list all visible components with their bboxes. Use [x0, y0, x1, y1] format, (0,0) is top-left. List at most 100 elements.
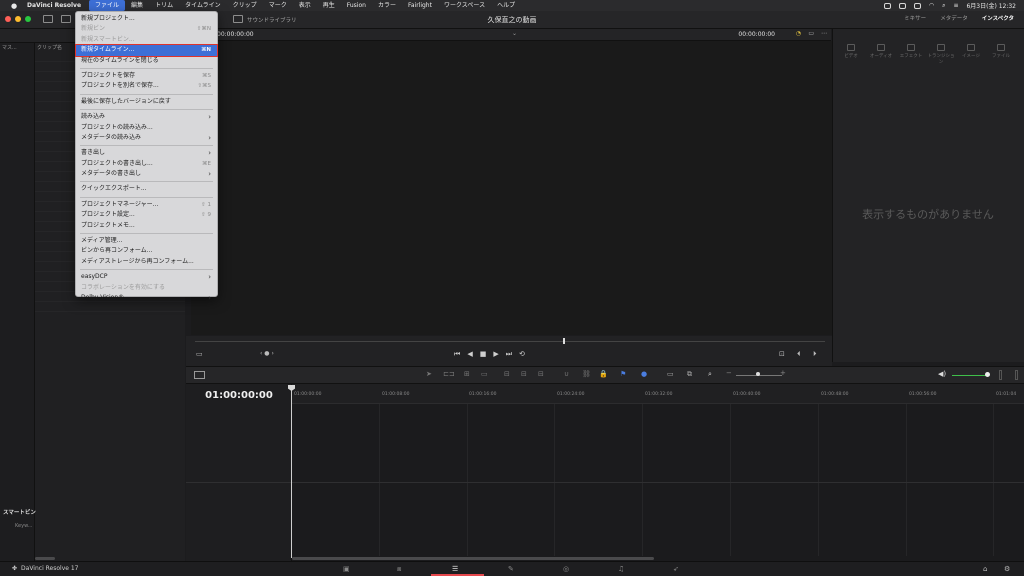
stop-icon[interactable]: ■ [480, 350, 487, 359]
menu-item-project-manager[interactable]: プロジェクトマネージャー... ⇧ 1 [76, 200, 217, 210]
zoom-in-icon[interactable]: + [780, 369, 786, 377]
tab-image[interactable]: イメージ [956, 44, 986, 65]
menu-item-save-as[interactable]: プロジェクトを別名で保存... ⇧⌘S [76, 81, 217, 91]
tray-icon[interactable] [898, 2, 906, 9]
app-menu[interactable]: DaVinci Resolve [27, 2, 81, 9]
metadata-button[interactable]: メタデータ [940, 14, 968, 22]
menu-item-import-metadata[interactable]: メタデータの読み込み › [76, 133, 217, 143]
timeline-scrollbar[interactable] [292, 557, 654, 560]
prev-edit-icon[interactable]: ⏴ [797, 350, 801, 359]
menu-color[interactable]: カラー [372, 0, 402, 11]
selection-tool-icon[interactable]: ➤ [426, 370, 432, 378]
viewer-options-icon[interactable]: ◔ [796, 30, 801, 37]
clip-list-scrollbar[interactable] [35, 557, 55, 560]
tab-transition[interactable]: トランジション [926, 44, 956, 65]
overwrite-clip-icon[interactable]: ⊟ [521, 370, 527, 378]
fusion-page-icon[interactable]: ✎ [508, 565, 514, 573]
menu-fusion[interactable]: Fusion [341, 0, 372, 11]
replace-clip-icon[interactable]: ⊟ [538, 370, 544, 378]
mixer-button[interactable]: ミキサー [904, 14, 926, 22]
clock[interactable]: 6月3日(金) 12:32 [966, 1, 1016, 10]
volume-slider[interactable] [952, 375, 986, 376]
menu-item-export-metadata[interactable]: メタデータの書き出し › [76, 169, 217, 179]
viewer-scrubber[interactable] [195, 341, 825, 342]
menu-item-easydcp[interactable]: easyDCP › [76, 272, 217, 282]
keywords-bin[interactable]: Keyw... [15, 523, 32, 529]
blade-tool-icon[interactable]: ▭ [481, 370, 488, 378]
chevron-down-icon[interactable]: ⌄ [512, 30, 517, 37]
timeline-area[interactable] [292, 384, 1024, 561]
master-bin[interactable]: マス... [0, 43, 34, 52]
play-icon[interactable]: ▶ [493, 350, 498, 359]
menu-item-import-project[interactable]: プロジェクトの読み込み... [76, 123, 217, 133]
next-edit-icon[interactable]: ⏵ [813, 350, 817, 359]
video-audio-divider[interactable] [186, 482, 1024, 483]
match-frame-icon[interactable]: ⊡ [779, 350, 785, 358]
more-options-icon[interactable]: ⋯ [821, 30, 827, 37]
menu-item-media-management[interactable]: メディア管理... [76, 236, 217, 246]
menu-item-new-timeline[interactable]: 新規タイムライン... ⌘N [75, 44, 218, 57]
menu-item-export-project[interactable]: プロジェクトの書き出し... ⌘E [76, 159, 217, 169]
video-viewer[interactable] [191, 41, 832, 335]
menu-trim[interactable]: トリム [149, 0, 179, 11]
menu-workspace[interactable]: ワークスペース [438, 0, 491, 11]
go-to-end-icon[interactable]: ⏭ [506, 350, 512, 359]
media-page-icon[interactable]: ▣ [343, 565, 350, 573]
step-back-icon[interactable]: ◀ [467, 350, 472, 359]
insert-clip-icon[interactable]: ⊟ [504, 370, 510, 378]
menu-item-save-project[interactable]: プロジェクトを保存 ⌘S [76, 71, 217, 81]
viewer-mode-icon[interactable]: ▭ [808, 30, 814, 37]
apple-icon[interactable]: ● [10, 2, 18, 10]
linked-selection-icon[interactable]: ⛓ [582, 370, 591, 378]
tab-audio[interactable]: オーディオ [866, 44, 896, 65]
menu-playback[interactable]: 再生 [317, 0, 341, 11]
menu-fairlight[interactable]: Fairlight [402, 0, 438, 11]
inspector-button[interactable]: インスペクタ [982, 14, 1014, 22]
tray-icon[interactable] [913, 2, 921, 9]
menu-timeline[interactable]: タイムライン [179, 0, 227, 11]
detail-zoom-icon[interactable]: ⧉ [687, 370, 692, 379]
color-page-icon[interactable]: ◎ [563, 565, 569, 573]
menu-item-quick-export[interactable]: クイックエクスポート... [76, 184, 217, 194]
cut-page-icon[interactable]: ⧈ [397, 565, 401, 574]
menu-item-revert[interactable]: 最後に保存したバージョンに戻す [76, 97, 217, 107]
viewer-size-icon[interactable]: ▭ [196, 350, 203, 358]
dynamic-trim-icon[interactable]: ⊞ [464, 370, 470, 378]
tray-icon[interactable] [883, 2, 891, 9]
menu-item-project-settings[interactable]: プロジェクト設定... ⇧ 9 [76, 210, 217, 220]
menu-mark[interactable]: マーク [263, 0, 293, 11]
position-lock-icon[interactable]: 🔒 [599, 370, 608, 378]
tab-video[interactable]: ビデオ [836, 44, 866, 65]
deliver-page-icon[interactable]: ➶ [673, 565, 679, 573]
loop-icon[interactable]: ⟲ [519, 350, 525, 359]
zoom-slider-handle[interactable] [756, 372, 760, 376]
flag-icon[interactable]: ⚑ [620, 370, 626, 378]
smart-bins-header[interactable]: スマートビン [3, 508, 36, 516]
volume-slider-handle[interactable] [985, 372, 990, 377]
timeline-view-options-icon[interactable] [194, 371, 205, 379]
control-center-icon[interactable]: ≡ [953, 2, 958, 9]
menu-item-reconform-from-bins[interactable]: ビンから再コンフォーム... [76, 246, 217, 256]
settings-gear-icon[interactable]: ⚙ [1004, 565, 1010, 573]
jog-control-icon[interactable]: ‹ ● › [260, 350, 274, 357]
scrubber-handle[interactable] [563, 338, 565, 344]
snapping-icon[interactable]: ∪ [564, 370, 569, 378]
trim-tool-icon[interactable]: ⊏⊐ [443, 370, 455, 378]
menu-help[interactable]: ヘルプ [491, 0, 521, 11]
menu-file[interactable]: ファイル [89, 0, 126, 11]
zoom-out-icon[interactable]: − [726, 369, 732, 377]
menu-item-reconform-from-storage[interactable]: メディアストレージから再コンフォーム... [76, 257, 217, 267]
menu-edit[interactable]: 編集 [125, 0, 149, 11]
home-icon[interactable]: ⌂ [983, 565, 987, 573]
menu-item-import[interactable]: 読み込み › [76, 112, 217, 122]
marker-icon[interactable]: ● [641, 370, 647, 378]
menu-clip[interactable]: クリップ [227, 0, 263, 11]
menu-item-dolby-vision[interactable]: Dolby Vision® › [76, 293, 217, 303]
menu-item-close-timeline[interactable]: 現在のタイムラインを閉じる [76, 56, 217, 66]
menu-item-project-notes[interactable]: プロジェクトメモ... [76, 221, 217, 231]
fairlight-page-icon[interactable]: ♫ [618, 565, 624, 573]
go-to-start-icon[interactable]: ⏮ [454, 350, 460, 359]
menu-view[interactable]: 表示 [293, 0, 317, 11]
menu-item-export[interactable]: 書き出し › [76, 148, 217, 158]
search-icon[interactable]: ⌕ [942, 2, 945, 10]
